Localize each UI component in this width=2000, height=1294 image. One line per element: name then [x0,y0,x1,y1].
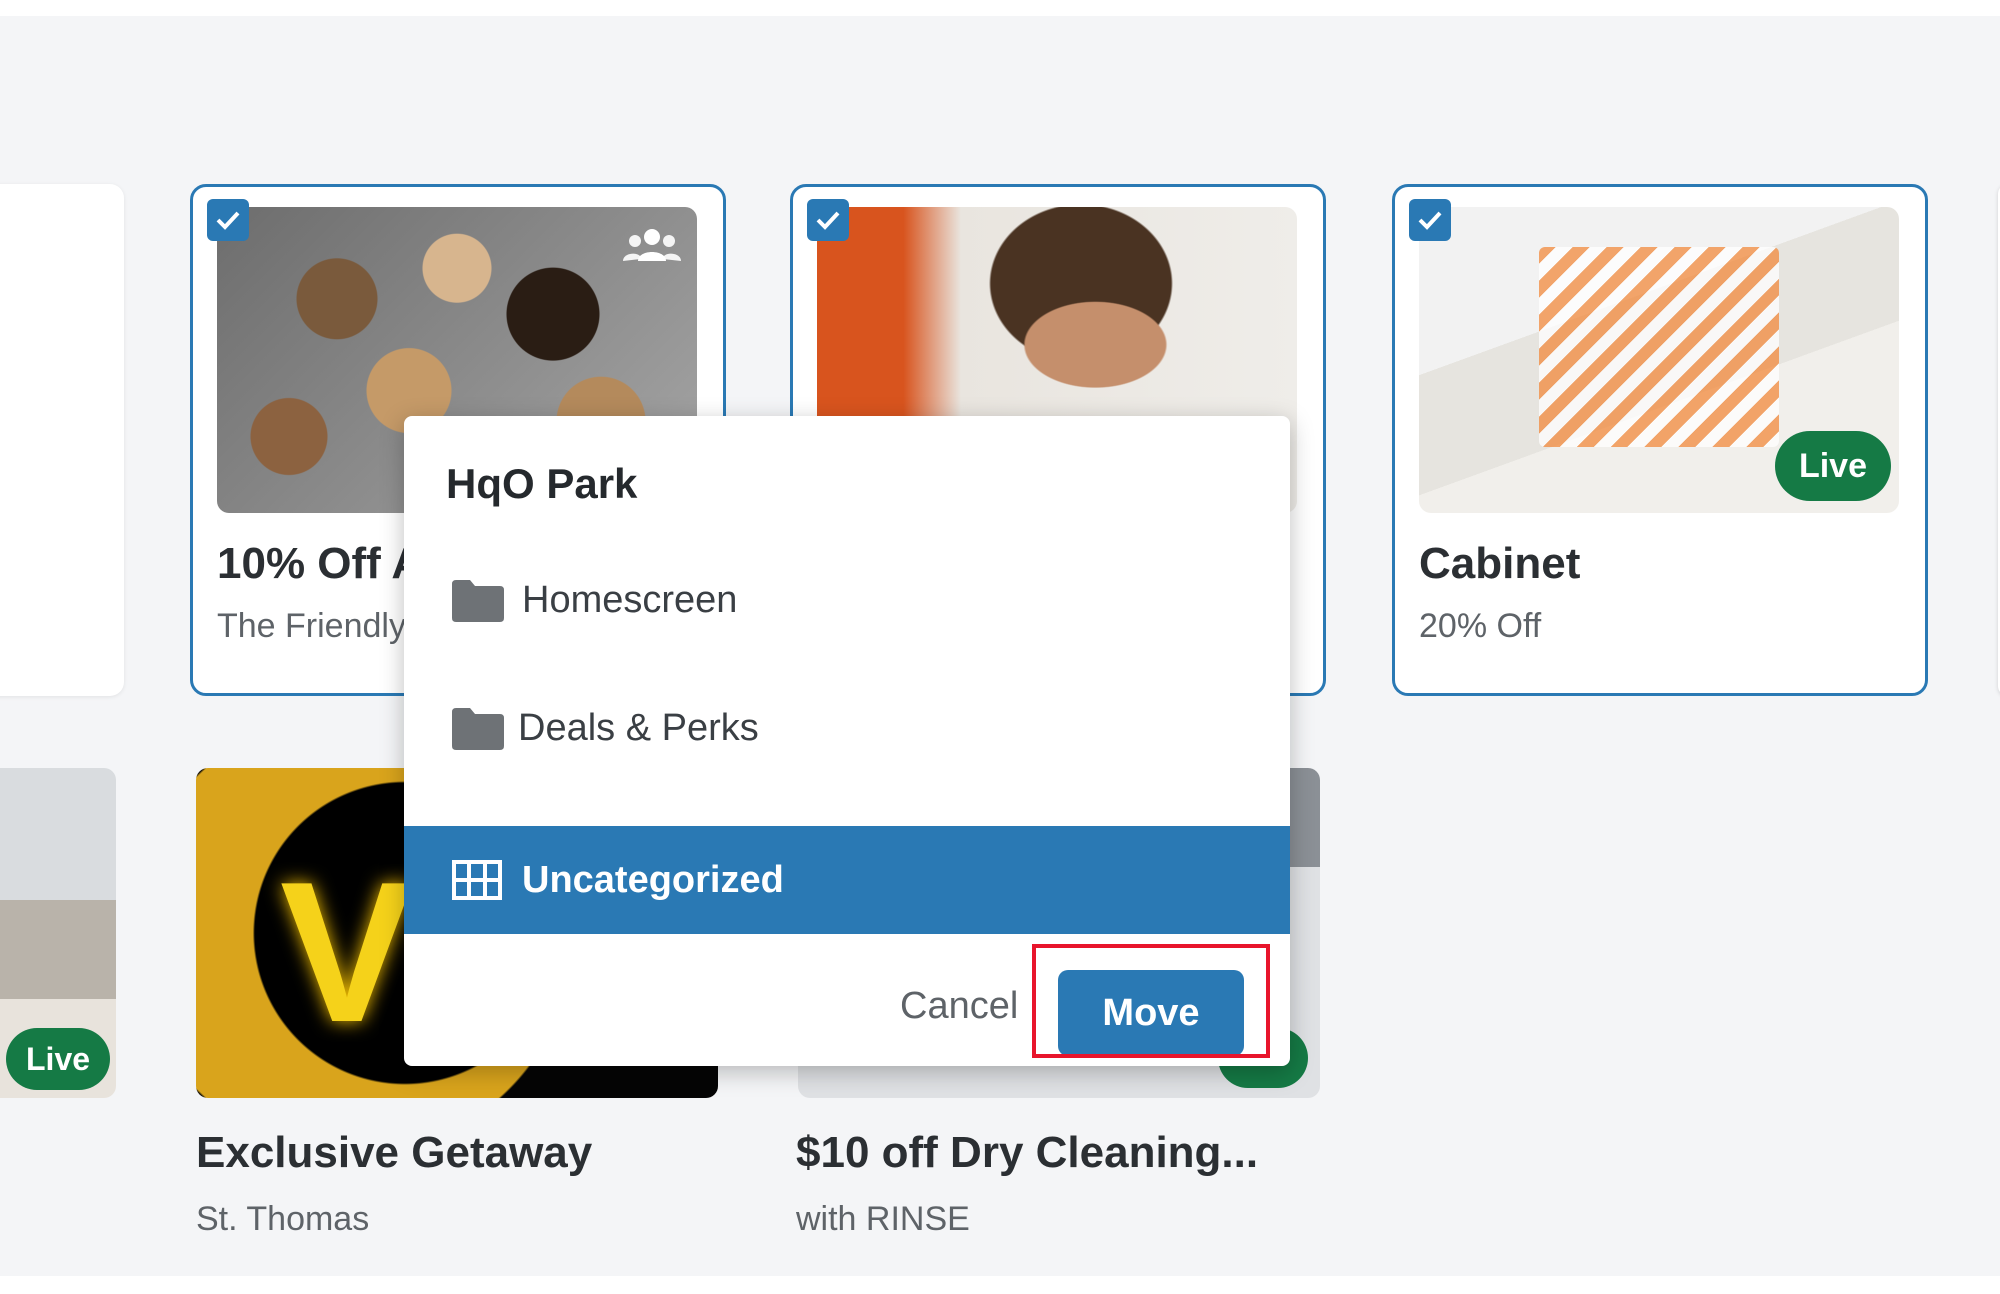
card-title: 10% Off A [217,539,424,588]
living-room-image[interactable]: Live [0,768,116,1098]
card-subtitle: St. Thomas [196,1200,370,1238]
selected-checkbox[interactable] [1409,199,1451,241]
move-button[interactable]: Move [1058,970,1244,1056]
dialog-item-uncategorized[interactable]: Uncategorized [404,826,1290,934]
partial-card-left[interactable] [0,184,124,696]
move-dialog: HqO Park Homescreen Deals & Perks Uncate… [404,416,1290,1066]
getaway-letter-graphic: V [280,841,414,1064]
content-card-cabinet[interactable]: Live Cabinet 20% Off [1392,184,1928,696]
card-subtitle: 20% Off [1419,607,1542,645]
dialog-item-label: Homescreen [522,578,738,621]
cabinet-image: Live [1419,207,1899,513]
folder-icon [450,576,506,624]
dialog-item-homescreen[interactable]: Homescreen [404,546,1290,654]
live-badge: Live [6,1028,111,1090]
selected-checkbox[interactable] [807,199,849,241]
dialog-title: HqO Park [446,460,638,507]
dialog-actions: Cancel Move [404,946,1290,1066]
bottom-bar [0,1276,2000,1294]
dialog-item-deals-perks[interactable]: Deals & Perks [404,674,1290,782]
card-subtitle: The Friendly [217,607,406,645]
cancel-button[interactable]: Cancel [892,970,1026,1042]
dialog-item-label: Deals & Perks [518,706,759,749]
grid-icon [450,856,506,904]
top-bar [0,0,2000,16]
card-title: Exclusive Getaway [196,1128,593,1177]
product-box-graphic [1539,247,1779,447]
card-subtitle: with RINSE [796,1200,970,1238]
card-title: $10 off Dry Cleaning... [796,1128,1259,1177]
group-icon [623,229,681,261]
folder-icon [450,704,506,752]
dialog-item-label: Uncategorized [522,858,784,901]
card-title: Cabinet [1419,539,1581,588]
live-badge: Live [1774,431,1891,501]
selected-checkbox[interactable] [207,199,249,241]
